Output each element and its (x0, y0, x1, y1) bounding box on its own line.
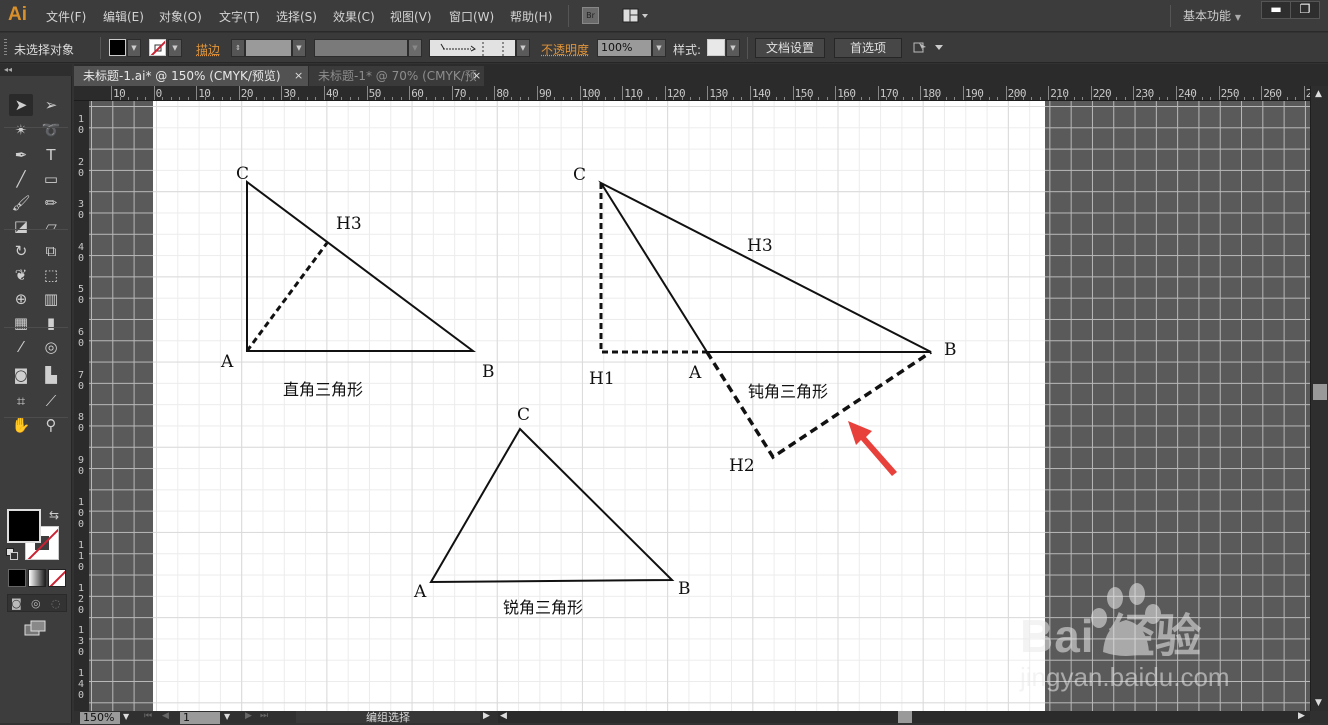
altitude-h3[interactable] (245, 242, 329, 352)
vertical-scrollbar[interactable]: ▲ ▼ (1310, 86, 1328, 711)
vertex-label-c: C (517, 405, 530, 425)
artwork-layer: C H3 A B 直角三角形 C H3 B H1 A H2 钝角三角形 C A … (220, 164, 957, 617)
horizontal-scrollbar[interactable]: ◀ ▶ (498, 711, 1310, 723)
horizontal-scroll-thumb[interactable] (898, 711, 912, 723)
acute-triangle[interactable]: C A B 锐角三角形 (413, 405, 691, 617)
next-artboard-icon[interactable]: ▶ (245, 711, 252, 721)
zoom-dropdown-icon[interactable]: ▼ (123, 712, 129, 721)
scroll-left-icon[interactable]: ◀ (500, 711, 507, 721)
right-triangle-shape[interactable] (246, 180, 477, 352)
previous-artboard-icon[interactable]: ◀ (162, 711, 169, 721)
foot-label-h2: H2 (729, 456, 755, 476)
acute-triangle-shape[interactable] (429, 427, 675, 584)
artboard-number-field[interactable]: 1 (180, 712, 220, 724)
vertex-label-c: C (236, 164, 249, 184)
label-h3: H3 (747, 236, 773, 256)
status-bar: 150% ▼ ⏮ ◀ 1 ▼ ▶ ⏭ 编组选择 ▶ ◀ ▶ (74, 711, 1328, 724)
annotation-arrow (848, 421, 897, 476)
foot-label-h1: H1 (589, 369, 615, 389)
scroll-up-icon[interactable]: ▲ (1315, 89, 1322, 99)
scroll-right-icon[interactable]: ▶ (1298, 711, 1305, 721)
vertex-label-c: C (573, 165, 586, 185)
caption-obtuse-triangle: 钝角三角形 (748, 382, 828, 401)
obtuse-triangle[interactable]: C H3 B H1 A H2 钝角三角形 (573, 165, 957, 476)
red-arrow-icon (848, 421, 897, 476)
foot-label-h3: H3 (336, 214, 362, 234)
last-artboard-icon[interactable]: ⏭ (260, 711, 268, 721)
obtuse-triangle-shape[interactable] (598, 180, 932, 353)
right-triangle[interactable]: C H3 A B 直角三角形 (220, 164, 495, 399)
fill-swatch[interactable] (7, 509, 41, 543)
vertex-label-a: A (688, 363, 702, 383)
status-menu-icon[interactable]: ▶ (483, 711, 490, 721)
altitude-h2[interactable] (705, 350, 932, 460)
vertex-label-a: A (220, 352, 234, 372)
vertex-label-b: B (678, 579, 691, 599)
vertex-label-b: B (482, 362, 495, 382)
first-artboard-icon[interactable]: ⏮ (144, 711, 152, 721)
artboard-dropdown-icon[interactable]: ▼ (224, 712, 230, 721)
caption-right-triangle: 直角三角形 (283, 380, 363, 399)
caption-acute-triangle: 锐角三角形 (503, 598, 583, 617)
vertex-label-a: A (413, 582, 427, 602)
status-info[interactable]: 编组选择 (296, 711, 480, 724)
zoom-level-field[interactable]: 150% (80, 712, 120, 724)
vertical-scroll-thumb[interactable] (1313, 384, 1327, 400)
vertex-label-b: B (944, 340, 957, 360)
scroll-down-icon[interactable]: ▼ (1315, 698, 1322, 708)
